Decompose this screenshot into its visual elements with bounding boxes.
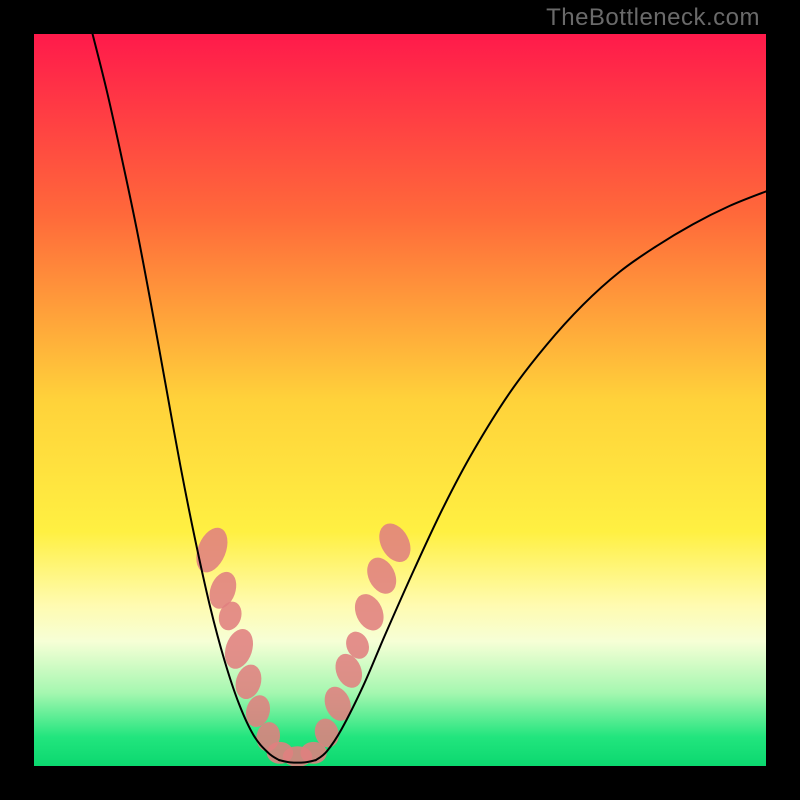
chart-background: [34, 34, 766, 766]
chart-frame: TheBottleneck.com: [0, 0, 800, 800]
chart-svg: [34, 34, 766, 766]
watermark-text: TheBottleneck.com: [546, 4, 760, 32]
chart-plot-area: [34, 34, 766, 766]
